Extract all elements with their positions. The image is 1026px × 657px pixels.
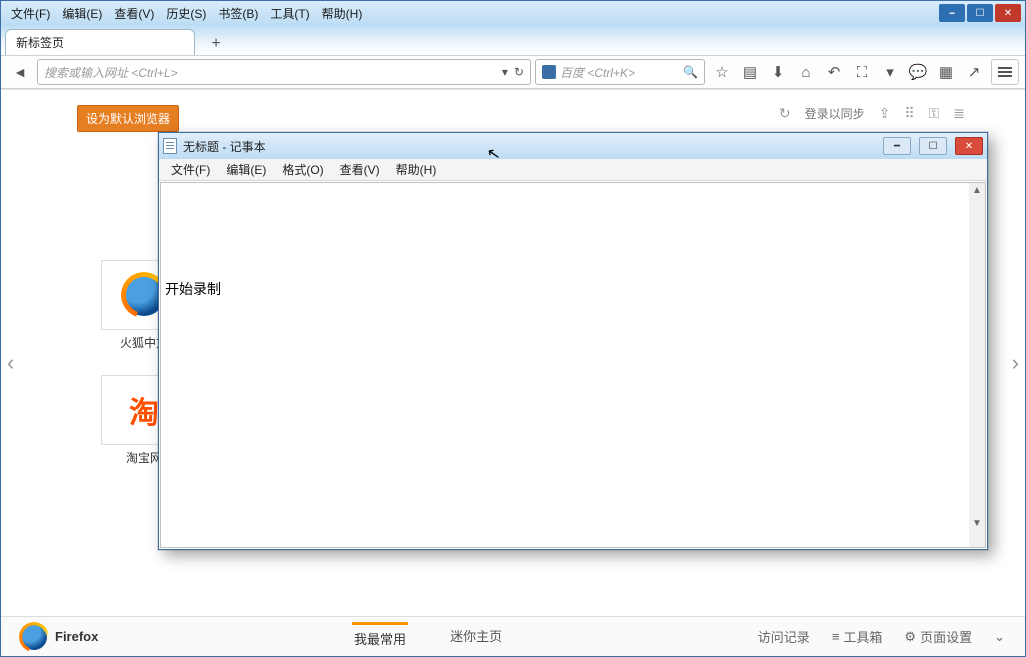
search-bar[interactable]: 百度 <Ctrl+K> 🔍	[535, 59, 705, 85]
toolbox-icon: ≡	[832, 629, 840, 644]
note-icon[interactable]: ▦	[933, 59, 959, 85]
menu-view[interactable]: 查看(V)	[108, 3, 160, 24]
tile-label: 淘宝网	[126, 451, 162, 465]
scroll-corner	[969, 531, 985, 547]
scroll-down-icon[interactable]: ▼	[972, 518, 982, 529]
notepad-minimize-button[interactable]: ━	[883, 137, 911, 155]
search-engine-icon[interactable]	[542, 65, 556, 79]
dropdown-icon[interactable]: ▾	[502, 65, 508, 79]
bottom-tab-minihome[interactable]: 迷你主页	[448, 622, 504, 652]
sync-login-link[interactable]: 登录以同步	[805, 105, 865, 122]
set-default-browser-button[interactable]: 设为默认浏览器	[77, 105, 179, 132]
grid-icon[interactable]: ⠿	[904, 105, 914, 122]
menu-bookmarks[interactable]: 书签(B)	[212, 3, 264, 24]
history-link[interactable]: 访问记录	[758, 627, 810, 646]
menu-file[interactable]: 文件(F)	[5, 3, 56, 24]
new-tab-button[interactable]: +	[205, 33, 227, 55]
notepad-close-button[interactable]: ✕	[955, 137, 983, 155]
np-menu-file[interactable]: 文件(F)	[163, 159, 218, 180]
firefox-logo-icon	[21, 624, 47, 650]
np-menu-format[interactable]: 格式(O)	[274, 159, 331, 180]
minimize-button[interactable]	[939, 4, 965, 22]
maximize-button[interactable]	[967, 4, 993, 22]
collapse-icon[interactable]: ⌄	[994, 629, 1005, 645]
prev-page-arrow[interactable]: ‹	[7, 350, 14, 376]
scroll-up-icon[interactable]: ▲	[972, 185, 982, 196]
notepad-maximize-button[interactable]: ☐	[919, 137, 947, 155]
more-icon[interactable]: ▾	[877, 59, 903, 85]
url-bar[interactable]: 搜索或输入网址 <Ctrl+L> ▾ ↻	[37, 59, 531, 85]
list-icon[interactable]: ≣	[953, 105, 965, 122]
notepad-menubar: 文件(F) 编辑(E) 格式(O) 查看(V) 帮助(H)	[159, 159, 987, 181]
searchbar-placeholder: 百度 <Ctrl+K>	[560, 64, 635, 81]
chat-icon[interactable]: 💬	[905, 59, 931, 85]
back-button[interactable]: ◄	[7, 59, 33, 85]
notepad-text-area[interactable]: 开始录制 ▲ ▼	[160, 182, 986, 548]
page-settings-link[interactable]: ⚙页面设置	[904, 627, 972, 646]
tab-label: 新标签页	[16, 34, 64, 51]
reload-icon[interactable]: ↻	[514, 65, 524, 79]
search-icon[interactable]: 🔍	[683, 65, 698, 79]
np-menu-edit[interactable]: 编辑(E)	[218, 159, 274, 180]
close-button[interactable]	[995, 4, 1021, 22]
notepad-titlebar[interactable]: 无标题 - 记事本 ━ ☐ ✕	[159, 133, 987, 159]
taobao-logo-icon: 淘	[129, 388, 159, 432]
scrollbar-vertical[interactable]: ▲ ▼	[969, 183, 985, 531]
share-small-icon[interactable]: ⇪	[879, 105, 891, 122]
bookmark-star-icon[interactable]: ☆	[709, 59, 735, 85]
gear-icon: ⚙	[904, 629, 916, 645]
np-menu-help[interactable]: 帮助(H)	[388, 159, 445, 180]
notepad-content: 开始录制	[165, 279, 221, 299]
next-page-arrow[interactable]: ›	[1012, 350, 1019, 376]
np-menu-view[interactable]: 查看(V)	[332, 159, 388, 180]
menu-tools[interactable]: 工具(T)	[264, 3, 315, 24]
sync-login-area: ↻ 登录以同步 ⇪ ⠿ ⚿ ≣	[779, 105, 965, 122]
key-icon[interactable]: ⚿	[929, 105, 940, 122]
menu-history[interactable]: 历史(S)	[160, 3, 212, 24]
notepad-icon	[163, 138, 177, 154]
tab-strip: 新标签页 +	[1, 25, 1025, 55]
urlbar-placeholder: 搜索或输入网址 <Ctrl+L>	[44, 64, 178, 81]
menu-help[interactable]: 帮助(H)	[316, 3, 369, 24]
bottom-right: 访问记录 ≡工具箱 ⚙页面设置 ⌄	[758, 627, 1005, 646]
screenshot-icon[interactable]: ⛶	[849, 59, 875, 85]
brand: Firefox	[21, 624, 98, 650]
share-icon[interactable]: ↗	[961, 59, 987, 85]
downloads-icon[interactable]: ⬇	[765, 59, 791, 85]
toolbox-link[interactable]: ≡工具箱	[832, 627, 883, 646]
tab-newtab[interactable]: 新标签页	[5, 29, 195, 55]
firefox-menubar: 文件(F) 编辑(E) 查看(V) 历史(S) 书签(B) 工具(T) 帮助(H…	[1, 1, 1025, 25]
nav-toolbar: ◄ 搜索或输入网址 <Ctrl+L> ▾ ↻ 百度 <Ctrl+K> 🔍 ☆ ▤…	[1, 55, 1025, 89]
hamburger-menu[interactable]	[991, 59, 1019, 85]
bottom-tabs: 我最常用 迷你主页	[118, 622, 737, 652]
menu-edit[interactable]: 编辑(E)	[56, 3, 108, 24]
toolbar-icons: ☆ ▤ ⬇ ⌂ ↶ ⛶ ▾ 💬 ▦ ↗	[709, 59, 987, 85]
bottom-tab-frequent[interactable]: 我最常用	[352, 622, 408, 652]
home-icon[interactable]: ⌂	[793, 59, 819, 85]
reader-icon[interactable]: ▤	[737, 59, 763, 85]
brand-label: Firefox	[55, 629, 98, 644]
bottom-bar: Firefox 我最常用 迷你主页 访问记录 ≡工具箱 ⚙页面设置 ⌄	[1, 616, 1025, 656]
sync-icon[interactable]: ↻	[779, 105, 791, 122]
notepad-title: 无标题 - 记事本	[183, 138, 266, 155]
undo-icon[interactable]: ↶	[821, 59, 847, 85]
notepad-window: 无标题 - 记事本 ━ ☐ ✕ 文件(F) 编辑(E) 格式(O) 查看(V) …	[158, 132, 988, 550]
